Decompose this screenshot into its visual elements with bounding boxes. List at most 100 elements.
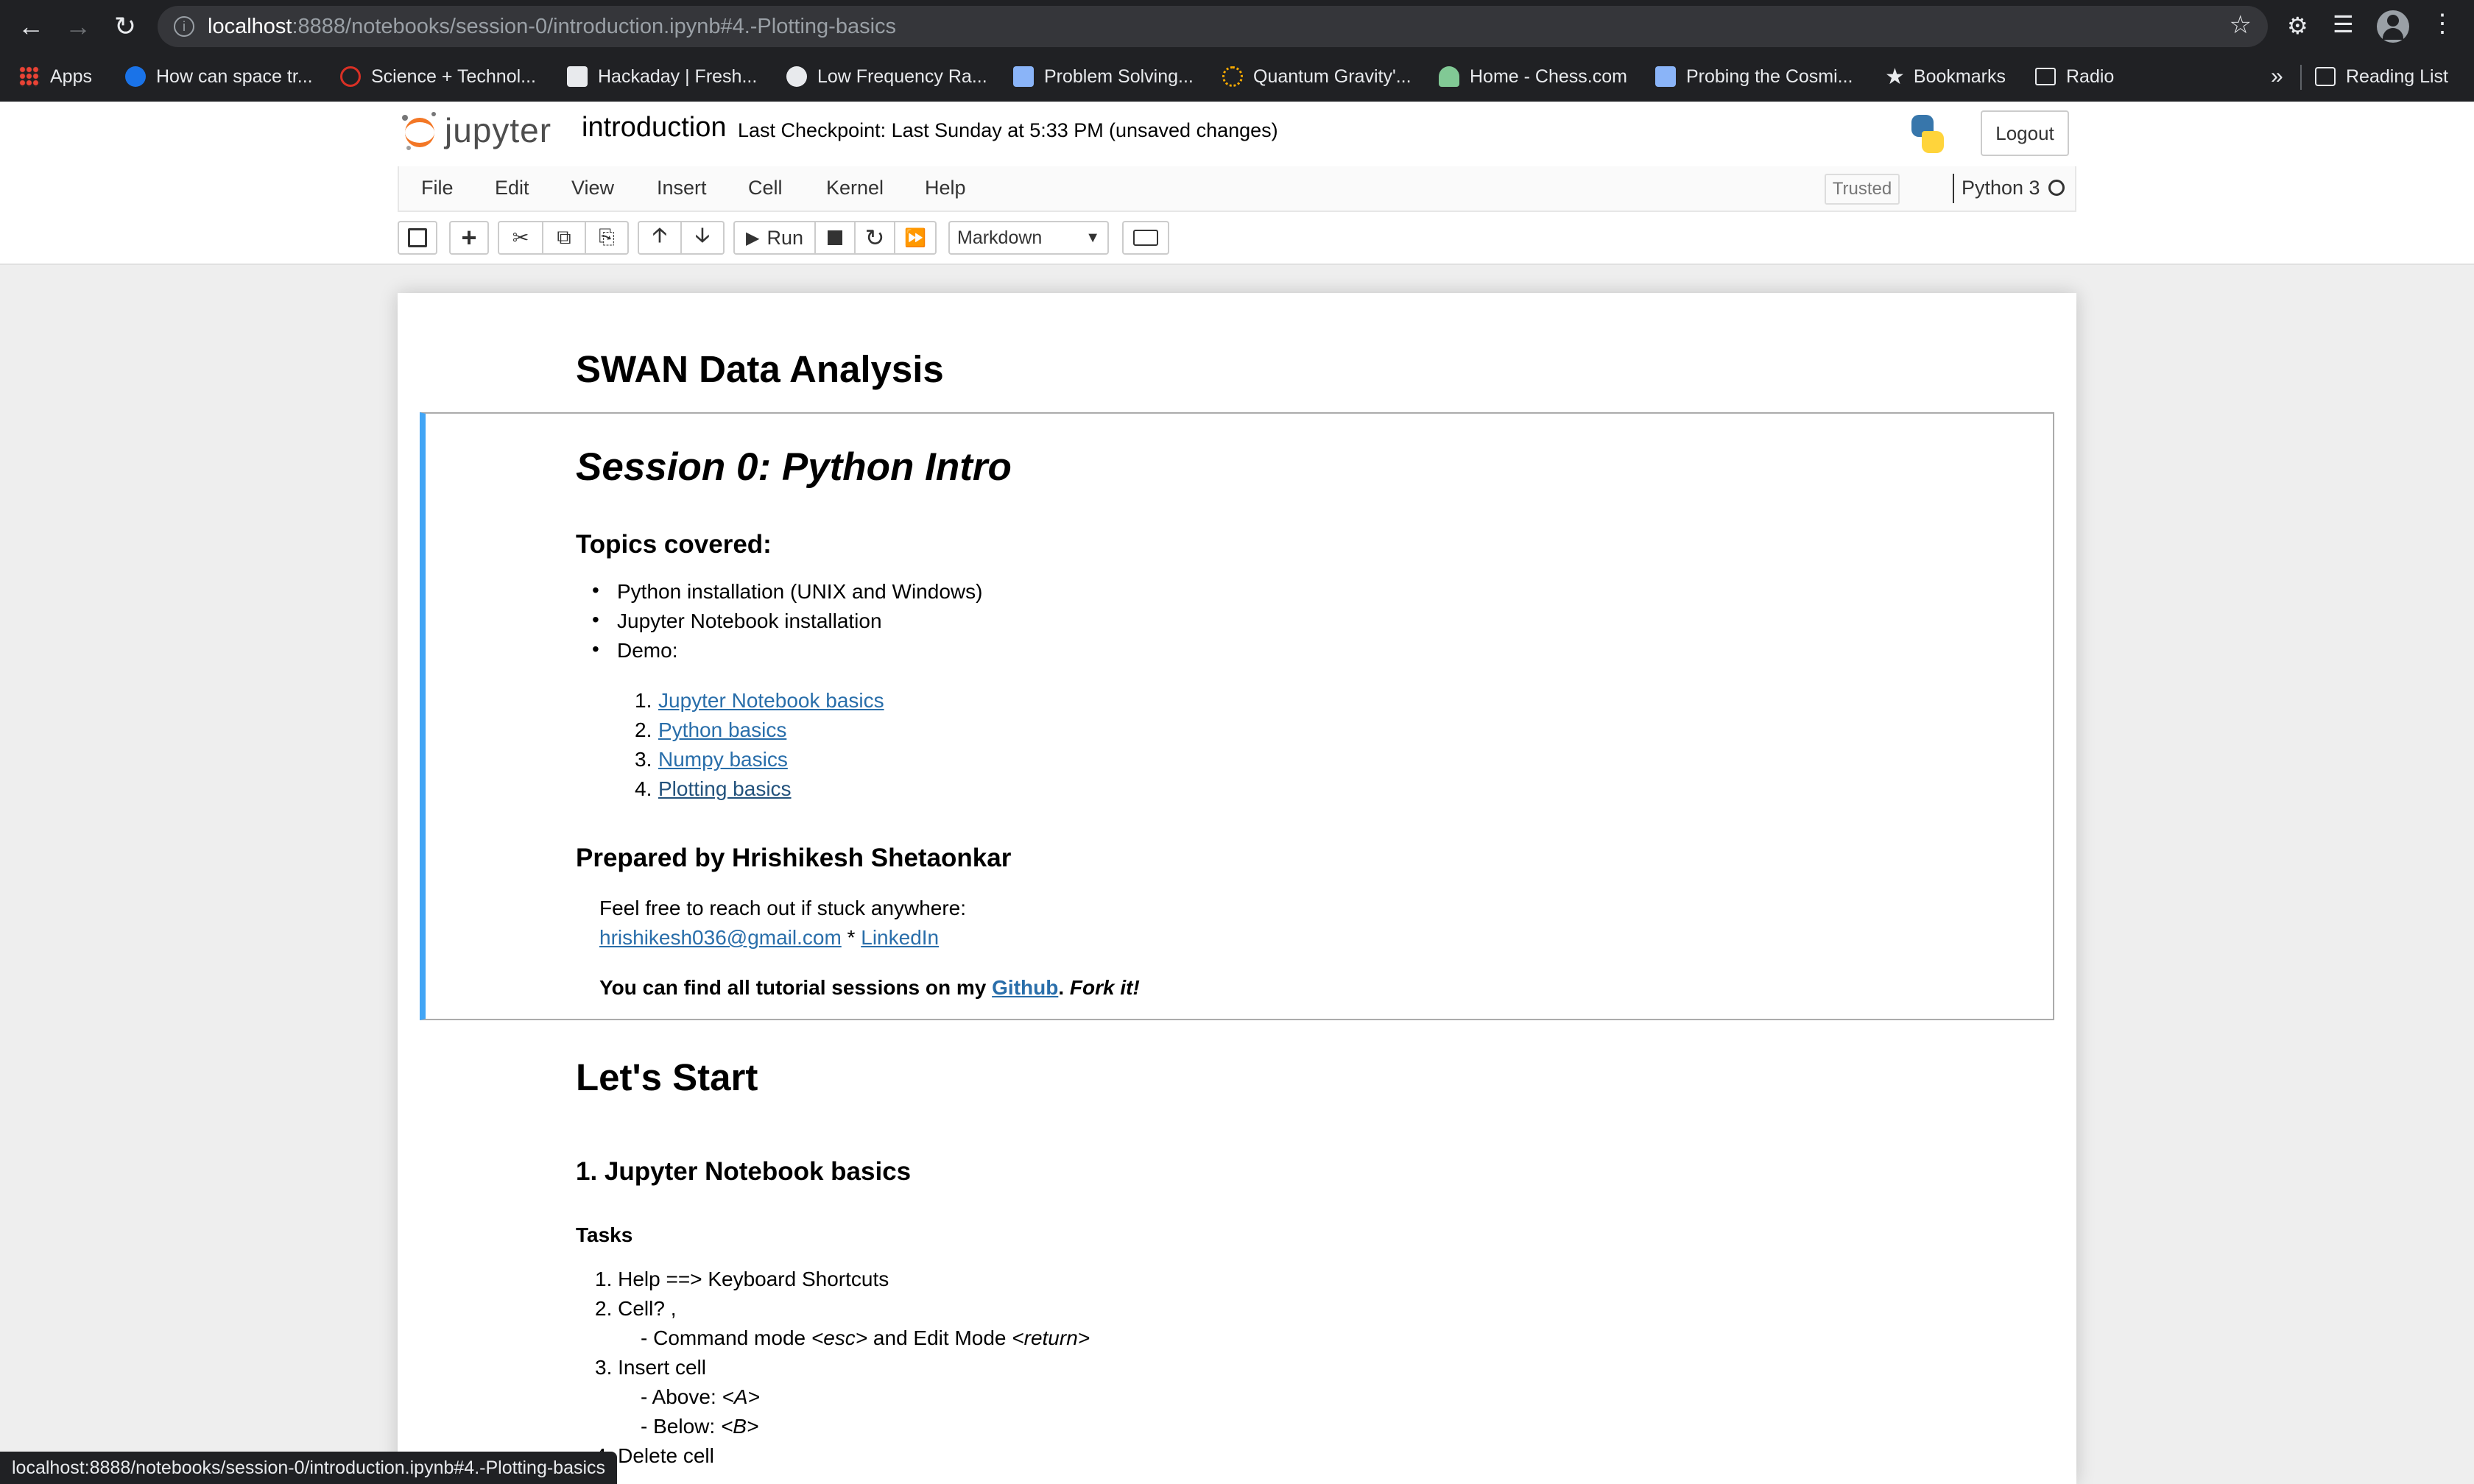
menu-edit[interactable]: Edit — [495, 177, 529, 199]
star-icon: ★ — [1885, 64, 1905, 89]
key-b: <B> — [720, 1415, 759, 1438]
browser-toolbar: ← → ↻ i localhost:8888/notebooks/session… — [0, 0, 2474, 53]
bookmark-space-tr[interactable]: How can space tr... — [125, 62, 313, 91]
bookmark-label: Apps — [50, 66, 92, 87]
bookmark-star-icon[interactable]: ☆ — [2230, 10, 2252, 40]
move-up-button[interactable]: 🡡 — [638, 221, 682, 255]
sun-icon — [1222, 66, 1243, 87]
key-a: <A> — [722, 1385, 760, 1408]
logout-button[interactable]: Logout — [1981, 110, 2069, 156]
insert-cell-button[interactable]: + — [449, 221, 489, 255]
link-python-basics[interactable]: Python basics — [658, 718, 786, 742]
reading-list-button[interactable]: Reading List — [2315, 62, 2448, 91]
page-icon — [1655, 66, 1676, 87]
cell-type-value: Markdown — [957, 227, 1043, 248]
bookmark-problem-solving[interactable]: Problem Solving... — [1013, 62, 1194, 91]
bookmark-folder-radio[interactable]: Radio — [2035, 62, 2114, 91]
separator: * — [841, 926, 861, 949]
arrow-down-icon: 🡣 — [695, 224, 710, 246]
forward-arrow-icon[interactable]: → — [62, 10, 94, 43]
prepared-by-heading: Prepared by Hrishikesh Shetaonkar — [576, 844, 1012, 872]
menu-help[interactable]: Help — [925, 177, 966, 199]
bookmark-label: Bookmarks — [1913, 66, 2006, 87]
reload-icon[interactable]: ↻ — [109, 10, 141, 43]
bookmark-apps[interactable]: Apps — [19, 62, 92, 91]
restart-button[interactable]: ↻ — [854, 221, 895, 255]
topics-heading: Topics covered: — [576, 530, 772, 559]
bookmark-quantum-gravity[interactable]: Quantum Gravity'... — [1222, 62, 1412, 91]
url-text: localhost:8888/notebooks/session-0/intro… — [208, 15, 896, 39]
chevron-down-icon: ▼ — [1085, 229, 1100, 246]
arrow-up-icon: 🡡 — [652, 224, 667, 246]
site-info-icon[interactable]: i — [174, 16, 194, 37]
bookmark-label: Radio — [2066, 66, 2115, 87]
trusted-indicator[interactable]: Trusted — [1825, 174, 1900, 205]
bookmark-hackaday[interactable]: Hackaday | Fresh... — [567, 62, 757, 91]
play-icon: ▶ — [746, 227, 760, 248]
menu-cell[interactable]: Cell — [748, 177, 783, 199]
bookmarks-bar: Apps How can space tr... Science + Techn… — [0, 53, 2474, 102]
menu-kernel[interactable]: Kernel — [826, 177, 884, 199]
menu-insert[interactable]: Insert — [657, 177, 707, 199]
github-link[interactable]: Github — [992, 976, 1058, 999]
cell-type-select[interactable]: Markdown ▼ — [948, 221, 1109, 255]
url-path: :8888/notebooks/session-0/introduction.i… — [292, 15, 897, 38]
page-icon — [1013, 66, 1034, 87]
bookmark-science-technol[interactable]: Science + Technol... — [340, 62, 536, 91]
bookmark-chess[interactable]: Home - Chess.com — [1439, 62, 1627, 91]
save-button[interactable] — [398, 221, 437, 255]
linkedin-link[interactable]: LinkedIn — [861, 926, 939, 949]
link-jupyter-basics[interactable]: Jupyter Notebook basics — [658, 689, 884, 713]
nasa-icon — [125, 66, 146, 87]
bookmark-low-frequency[interactable]: Low Frequency Ra... — [786, 62, 987, 91]
bullet-icon: • — [592, 637, 599, 660]
jupyter-logo-text: jupyter — [445, 111, 552, 149]
command-palette-button[interactable] — [1122, 221, 1169, 255]
email-link[interactable]: hrishikesh036@gmail.com — [599, 926, 842, 949]
jupyter-menubar-container — [0, 166, 2474, 265]
task-item: 1. Help ==> Keyboard Shortcuts — [595, 1268, 889, 1290]
restart-icon: ↻ — [864, 225, 885, 251]
copy-button[interactable]: ⧉ — [542, 221, 586, 255]
paste-icon: ⎘ — [599, 226, 615, 248]
scissors-icon: ✂ — [512, 226, 529, 249]
floppy-disk-icon — [408, 228, 427, 247]
interrupt-button[interactable] — [814, 221, 856, 255]
url-host: localhost — [208, 15, 292, 38]
menu-view[interactable]: View — [571, 177, 614, 199]
bookmark-folder-bookmarks[interactable]: ★ Bookmarks — [1885, 62, 2006, 91]
chrome-menu-icon[interactable]: ⋮ — [2430, 9, 2455, 38]
apps-grid-icon — [19, 66, 40, 87]
hackaday-icon — [567, 66, 588, 87]
profile-avatar[interactable] — [2377, 10, 2409, 43]
link-plotting-basics[interactable]: Plotting basics — [658, 777, 792, 801]
menu-file[interactable]: File — [421, 177, 454, 199]
jupyter-logo-icon[interactable] — [402, 109, 439, 153]
extensions-puzzle-icon[interactable]: ⚙ — [2287, 12, 2308, 40]
bookmark-label: Hackaday | Fresh... — [598, 66, 758, 87]
task-subitem: - Command mode <esc> and Edit Mode <retu… — [641, 1326, 1090, 1350]
cut-button[interactable]: ✂ — [498, 221, 543, 255]
task-subitem: - Below: <B> — [641, 1415, 758, 1438]
bookmarks-overflow-chevron[interactable]: » — [2271, 62, 2283, 91]
fast-forward-icon: ⏩ — [904, 227, 926, 248]
move-down-button[interactable]: 🡣 — [680, 221, 725, 255]
bookmarks-divider — [2300, 65, 2302, 90]
bookmark-probing-cosmic[interactable]: Probing the Cosmi... — [1655, 62, 1853, 91]
task-text: and Edit Mode — [867, 1326, 1012, 1349]
task-text: - Below: — [641, 1415, 721, 1438]
link-status-bar: localhost:8888/notebooks/session-0/intro… — [0, 1452, 618, 1484]
back-arrow-icon[interactable]: ← — [15, 10, 47, 43]
list-number: 1. — [635, 689, 652, 712]
link-numpy-basics[interactable]: Numpy basics — [658, 748, 788, 771]
bookmark-label: Home - Chess.com — [1470, 66, 1627, 87]
reading-list-label: Reading List — [2346, 66, 2448, 87]
task-item: 2. Cell? , — [595, 1297, 677, 1320]
run-button[interactable]: ▶ Run — [733, 221, 816, 255]
bullet-icon: • — [592, 579, 599, 601]
media-queue-icon[interactable]: ☰ — [2333, 10, 2354, 38]
address-bar[interactable]: i localhost:8888/notebooks/session-0/int… — [158, 6, 2268, 47]
notebook-name[interactable]: introduction — [582, 112, 726, 144]
paste-button[interactable]: ⎘ — [585, 221, 629, 255]
restart-run-all-button[interactable]: ⏩ — [894, 221, 937, 255]
